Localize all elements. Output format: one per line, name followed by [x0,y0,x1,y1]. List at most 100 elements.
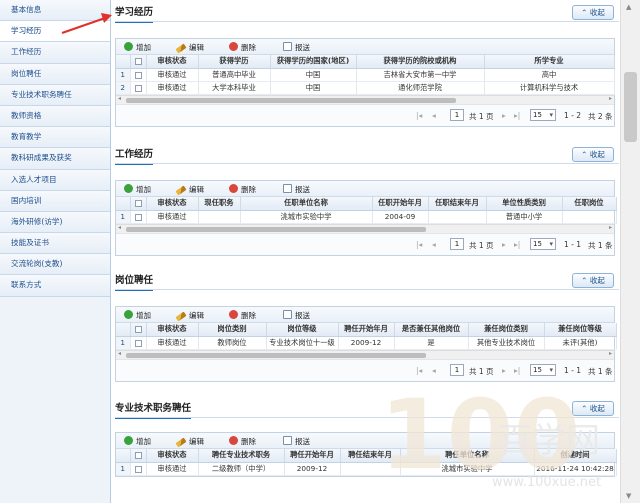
pencil-icon [175,43,187,54]
collapse-button[interactable]: ⌃ 收起 [572,273,614,288]
edit-button[interactable]: 编辑 [175,184,204,196]
delete-button[interactable]: 删除 [229,184,256,195]
sidebar-item[interactable]: 工作经历 [0,42,110,64]
data-table: 审核状态 现任职务 任职单位名称 任职开始年月 任职结束年月 单位性质类别 任职岗位 1 审核通… [116,197,617,224]
sidebar-item[interactable]: 基本信息 [0,0,110,22]
last-page-icon[interactable]: ▸| [514,111,520,120]
prev-page-icon[interactable]: ◂ [432,366,436,375]
sidebar-nav: 基本信息 学习经历 工作经历 岗位聘任 专业技术职务聘任 教师资格 教育教学 教科研成果及获奖… [0,0,111,503]
delete-icon [229,436,238,445]
report-button[interactable]: 报送 [283,310,310,321]
sidebar-item[interactable]: 技能及证书 [0,233,110,255]
table-row[interactable]: 1 审核通过 二级教师（中学） 2009-12 洮城市实验中学 2016-11-24 10… [116,462,617,476]
table-row[interactable]: 2 审核通过 大学本科毕业 中国 通化师范学院 计算机科学与技术 [116,81,615,95]
horizontal-scrollbar[interactable]: ◂ ▸ [116,94,614,104]
data-table: 审核状态 获得学历 获得学历的国家(地区) 获得学历的院校或机构 所学专业 1 审核通过 普通… [116,55,615,95]
last-page-icon[interactable]: ▸| [514,366,520,375]
column-header: 岗位类别 [198,323,267,337]
sidebar-item[interactable]: 岗位聘任 [0,63,110,85]
delete-button[interactable]: 删除 [229,436,256,447]
prev-page-icon[interactable]: ◂ [432,111,436,120]
record-range: 1 - 1 [564,365,582,375]
sidebar-item[interactable]: 教育教学 [0,127,110,149]
first-page-icon[interactable]: |◂ [416,111,422,120]
table-cell [562,210,617,224]
report-icon [283,184,292,193]
scroll-up-icon[interactable]: ▲ [626,3,631,11]
data-table: 审核状态 岗位类别 岗位等级 聘任开始年月 是否兼任其他岗位 兼任岗位类别 兼任岗位等级 1 审… [116,323,617,350]
chevron-up-icon: ⌃ [581,150,588,159]
column-header: 创建时间 [534,449,617,463]
select-all-checkbox[interactable] [130,197,147,211]
collapse-button[interactable]: ⌃ 收起 [572,401,614,416]
column-header: 审核状态 [146,323,199,337]
table-cell: 二级教师（中学） [198,462,285,476]
grid-toolbar: 增加 编辑 删除 报送 [116,181,614,197]
horizontal-scrollbar[interactable]: ◂ ▸ [116,223,614,233]
delete-icon [229,42,238,51]
row-checkbox[interactable] [130,210,147,224]
delete-button[interactable]: 删除 [229,42,256,53]
select-all-checkbox[interactable] [130,449,147,463]
page-number-input[interactable]: 1 [450,108,464,121]
sidebar-item[interactable]: 交流轮岗(支教) [0,254,110,276]
add-icon [124,42,133,51]
page-number-input[interactable]: 1 [450,237,464,250]
next-page-icon[interactable]: ▸ [502,111,506,120]
column-header: 聘任开始年月 [338,323,395,337]
add-button[interactable]: 增加 [124,310,151,321]
table-row[interactable]: 1 审核通过 普通高中毕业 中国 吉林省大安市第一中学 高中 [116,68,615,82]
select-all-checkbox[interactable] [130,323,147,337]
prev-page-icon[interactable]: ◂ [432,240,436,249]
first-page-icon[interactable]: |◂ [416,240,422,249]
next-page-icon[interactable]: ▸ [502,366,506,375]
scroll-down-icon[interactable]: ▼ [626,492,631,500]
sidebar-item[interactable]: 教科研成果及获奖 [0,148,110,170]
delete-button[interactable]: 删除 [229,310,256,321]
add-button[interactable]: 增加 [124,42,151,53]
sidebar-item[interactable]: 入选人才项目 [0,169,110,191]
last-page-icon[interactable]: ▸| [514,240,520,249]
row-number: 1 [116,68,131,82]
row-checkbox[interactable] [130,336,147,350]
table-row[interactable]: 1 审核通过 洮城市实验中学 2004-09 普通中小学 [116,210,617,224]
row-checkbox[interactable] [130,68,147,82]
edit-button[interactable]: 编辑 [175,42,204,54]
page-size-select[interactable]: 15 [530,108,556,121]
row-checkbox[interactable] [130,462,147,476]
report-button[interactable]: 报送 [283,42,310,53]
table-row[interactable]: 1 审核通过 教师岗位 专业技术岗位十一级 2009-12 是其他专业技术岗位 未评(其他) [116,336,617,350]
horizontal-scrollbar[interactable]: ◂ ▸ [116,349,614,359]
first-page-icon[interactable]: |◂ [416,366,422,375]
sidebar-item[interactable]: 学习经历 [0,21,110,43]
scrollbar-thumb[interactable] [624,72,637,142]
record-range: 1 - 1 [564,239,582,249]
sidebar-item[interactable]: 国内培训 [0,190,110,212]
report-button[interactable]: 报送 [283,184,310,195]
collapse-button[interactable]: ⌃ 收起 [572,147,614,162]
total-pages: 共 1 页 [469,240,494,250]
select-all-checkbox[interactable] [130,55,147,69]
sidebar-item[interactable]: 联系方式 [0,275,110,297]
collapse-button[interactable]: ⌃ 收起 [572,5,614,20]
table-cell: 其他专业技术岗位 [468,336,545,350]
sidebar-item[interactable]: 专业技术职务聘任 [0,84,110,106]
post-appointment-grid: 增加 编辑 删除 报送 审核状态 岗位类别 岗位等级 聘任开始年月 是否兼任其他岗位 兼任… [115,306,617,382]
add-button[interactable]: 增加 [124,184,151,195]
report-button[interactable]: 报送 [283,436,310,447]
sidebar-item[interactable]: 海外研修(访学) [0,211,110,234]
edit-button[interactable]: 编辑 [175,310,204,322]
edit-button[interactable]: 编辑 [175,436,204,448]
sidebar-item[interactable]: 教师资格 [0,105,110,128]
section-post-appointment: 岗位聘任 ⌃ 收起 增加 编辑 删除 报送 审核状态 岗位类别 岗位等级 聘任开始年月… [111,272,619,392]
page-size-select[interactable]: 15 [530,363,556,376]
study-history-grid: 增加 编辑 删除 报送 审核状态 获得学历 获得学历的国家(地区) 获得学历的院校或机… [115,38,615,127]
row-checkbox[interactable] [130,81,147,95]
page-number-input[interactable]: 1 [450,363,464,376]
professional-title-grid: 增加 编辑 删除 报送 审核状态 聘任专业技术职务 聘任开始年月 聘任结束年月 聘任单位… [115,432,617,477]
next-page-icon[interactable]: ▸ [502,240,506,249]
page-size-select[interactable]: 15 [530,237,556,250]
add-button[interactable]: 增加 [124,436,151,447]
vertical-scrollbar[interactable]: ▲ ▼ [620,0,640,503]
section-divider [115,163,619,164]
